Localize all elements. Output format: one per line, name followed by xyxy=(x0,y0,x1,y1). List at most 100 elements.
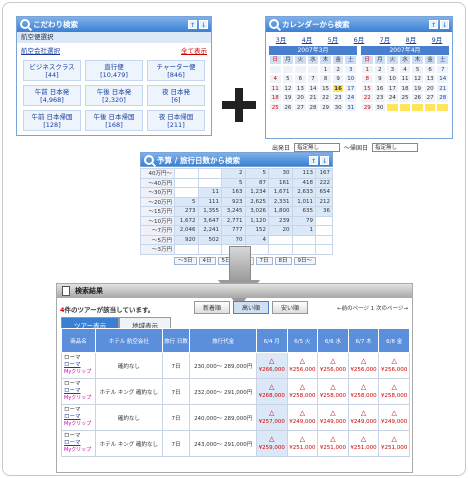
matrix-cell[interactable]: 3,245 xyxy=(221,206,246,217)
calendar-day[interactable]: 17 xyxy=(344,83,357,93)
matrix-cell[interactable]: 3,026 xyxy=(244,206,269,217)
matrix-cell[interactable]: 654 xyxy=(315,187,333,198)
calendar-day[interactable]: 12 xyxy=(281,83,295,93)
matrix-cell[interactable]: 1,234 xyxy=(244,187,269,198)
month-link[interactable]: 7月 xyxy=(380,34,391,44)
kodawari-option[interactable]: 午後 日本帰国 [168] xyxy=(85,110,143,131)
calendar-day[interactable]: 14 xyxy=(436,74,449,84)
matrix-cell[interactable]: 1,355 xyxy=(197,206,222,217)
calendar-day[interactable]: 20 xyxy=(423,83,437,93)
calendar-day[interactable]: 10 xyxy=(386,74,399,84)
matrix-cell[interactable]: 152 xyxy=(244,225,269,236)
tour-link[interactable]: ローマ xyxy=(64,362,95,369)
calendar-day[interactable]: 11 xyxy=(269,83,282,93)
price-cell[interactable]: △ ¥257,000 xyxy=(255,404,288,431)
matrix-cell[interactable]: 30 xyxy=(268,168,293,179)
calendar-day[interactable]: 23 xyxy=(373,93,387,103)
calendar-day[interactable]: 28 xyxy=(306,102,320,112)
matrix-cell[interactable]: 5 xyxy=(174,196,199,207)
calendar-day[interactable]: 6 xyxy=(294,74,307,84)
matrix-cell[interactable]: 2 xyxy=(221,168,246,179)
matrix-cell[interactable]: 163 xyxy=(221,187,246,198)
calendar-day[interactable]: 31 xyxy=(344,102,357,112)
calendar-day[interactable]: 29 xyxy=(361,102,374,112)
calendar-day[interactable]: 29 xyxy=(319,102,332,112)
matrix-cell[interactable]: 418 xyxy=(291,177,316,188)
day-button[interactable]: 8日 xyxy=(274,256,292,265)
calendar-day[interactable]: 22 xyxy=(319,93,332,103)
matrix-cell[interactable]: 1,800 xyxy=(268,206,293,217)
calendar-day[interactable]: 21 xyxy=(306,93,320,103)
airline-select-link[interactable]: 航空会社選択 xyxy=(21,45,60,55)
calendar-day[interactable]: 3 xyxy=(386,64,399,74)
matrix-cell[interactable]: 1,671 xyxy=(268,187,293,198)
calendar-day[interactable]: 25 xyxy=(269,102,282,112)
calendar-day[interactable]: 2 xyxy=(373,64,387,74)
month-link[interactable]: 4月 xyxy=(302,34,313,44)
matrix-cell[interactable]: 36 xyxy=(315,206,333,217)
calendar-day[interactable]: 18 xyxy=(398,83,412,93)
price-cell[interactable]: △ ¥258,000 xyxy=(286,378,319,405)
calendar-day[interactable]: 28 xyxy=(436,93,449,103)
sort-button[interactable]: 安い順 xyxy=(272,301,309,314)
sort-button[interactable]: 新着順 xyxy=(194,301,231,314)
month-link[interactable]: 8月 xyxy=(406,34,417,44)
matrix-cell[interactable]: 222 xyxy=(315,177,333,188)
pager[interactable]: ←前のページ 1 次のページ→ xyxy=(337,304,408,312)
kodawari-option[interactable]: 午前 日本発 [4,968] xyxy=(23,85,81,106)
calendar-day[interactable]: 5 xyxy=(281,74,295,84)
calendar-day[interactable]: 25 xyxy=(398,93,412,103)
calendar-day[interactable]: 18 xyxy=(269,93,282,103)
matrix-cell[interactable]: 920 xyxy=(174,234,199,245)
matrix-cell[interactable]: 111 xyxy=(197,196,222,207)
matrix-cell[interactable]: 1 xyxy=(291,225,316,236)
calendar-day[interactable]: 10 xyxy=(344,74,357,84)
price-cell[interactable]: △ ¥251,000 xyxy=(347,430,380,457)
sort-button[interactable]: 高い順 xyxy=(233,301,270,314)
calendar-day[interactable]: 19 xyxy=(281,93,295,103)
matrix-cell[interactable]: 212 xyxy=(315,196,333,207)
matrix-cell[interactable]: 2,241 xyxy=(197,225,222,236)
price-cell[interactable]: △ ¥249,000 xyxy=(378,404,410,431)
month-link[interactable]: 5月 xyxy=(328,34,339,44)
matrix-cell[interactable]: 2,625 xyxy=(244,196,269,207)
calendar-day[interactable]: 16 xyxy=(331,83,345,93)
kodawari-option[interactable]: 直行便 [10,479] xyxy=(85,60,143,81)
calendar-day[interactable]: 27 xyxy=(294,102,307,112)
calendar-day[interactable]: 9 xyxy=(331,74,345,84)
price-cell[interactable]: △ ¥266,000 xyxy=(255,352,288,379)
calendar-day[interactable]: 4 xyxy=(269,74,282,84)
day-button[interactable]: ～3日 xyxy=(174,256,197,265)
calendar-day[interactable]: 30 xyxy=(331,102,345,112)
tour-link[interactable]: ローマ xyxy=(64,414,95,421)
myclip-link[interactable]: Myクリップ xyxy=(64,421,95,428)
matrix-cell[interactable]: 5 xyxy=(244,168,269,179)
tour-link[interactable]: ローマ xyxy=(64,388,95,395)
calendar-day[interactable]: 1 xyxy=(319,64,332,74)
calendar-day[interactable]: 8 xyxy=(319,74,332,84)
myclip-link[interactable]: Myクリップ xyxy=(64,395,95,402)
calendar-day[interactable]: 9 xyxy=(373,74,387,84)
return-select[interactable]: 指定無し xyxy=(372,143,419,152)
kodawari-option[interactable]: 午前 日本帰国 [128] xyxy=(23,110,81,131)
matrix-cell[interactable]: 2,633 xyxy=(291,187,316,198)
matrix-cell[interactable]: 1,120 xyxy=(244,215,269,226)
matrix-cell[interactable]: 1,672 xyxy=(174,215,199,226)
calendar-day[interactable]: 6 xyxy=(423,64,437,74)
calendar-day[interactable]: 21 xyxy=(436,83,449,93)
myclip-link[interactable]: Myクリップ xyxy=(64,447,95,454)
matrix-cell[interactable]: 70 xyxy=(221,234,246,245)
calendar-day[interactable]: 5 xyxy=(411,64,424,74)
calendar-day[interactable]: 23 xyxy=(331,93,345,103)
calendar-day[interactable]: 13 xyxy=(423,74,437,84)
calendar-day[interactable]: 7 xyxy=(436,64,449,74)
calendar-day[interactable]: 1 xyxy=(361,64,374,74)
up-icon[interactable]: ↑ xyxy=(188,20,197,29)
matrix-cell[interactable]: 5 xyxy=(221,177,246,188)
matrix-cell[interactable]: 167 xyxy=(315,168,333,179)
matrix-cell[interactable]: 113 xyxy=(291,168,316,179)
matrix-cell[interactable]: 2,331 xyxy=(268,196,293,207)
calendar-day[interactable]: 15 xyxy=(319,83,332,93)
calendar-day[interactable]: 13 xyxy=(294,83,307,93)
down-icon[interactable]: ↓ xyxy=(320,156,329,165)
